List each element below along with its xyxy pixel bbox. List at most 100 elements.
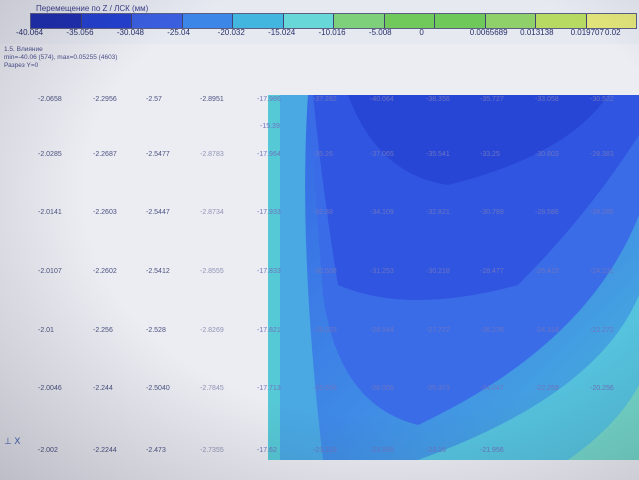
node-value-label: -2.002 [38, 447, 58, 454]
node-value-label: -2.8783 [200, 151, 224, 158]
node-value-label: -32.88 [313, 209, 333, 216]
node-value-label: -23.16 [426, 447, 446, 454]
node-value-label: -2.8734 [200, 209, 224, 216]
legend-tick-label: -15.024 [268, 28, 296, 37]
node-value-label: -30.789 [480, 209, 504, 216]
legend-tick-label: -30.048 [116, 28, 144, 37]
node-value-label: -30.522 [590, 96, 614, 103]
node-value-label: -2.2687 [93, 151, 117, 158]
legend-color-swatch [233, 14, 284, 28]
node-value-label: -2.01 [38, 327, 54, 334]
node-value-label: -37.065 [370, 151, 394, 158]
node-value-label: -17.833 [257, 268, 281, 275]
node-value-label: -23.555 [370, 447, 394, 454]
result-info: 1.5. Влияние min=-40.06 (574), max=0.052… [4, 46, 117, 70]
node-value-label: -2.8951 [200, 96, 224, 103]
legend-tick-label: -25.04 [167, 28, 190, 37]
legend-color-swatch [31, 14, 82, 28]
legend-tick-label: 0 [419, 28, 424, 37]
node-value-label: -30.508 [313, 268, 337, 275]
min-max-label: min=-40.06 (574), max=0.05255 (4603) [4, 54, 118, 61]
node-value-label: -2.5477 [146, 151, 170, 158]
node-value-label: -38.356 [426, 96, 450, 103]
node-value-label: -17.986 [257, 96, 281, 103]
contour-plot[interactable] [268, 95, 639, 460]
node-value-label: -2.2603 [93, 209, 117, 216]
node-value-label: -37.282 [313, 96, 337, 103]
legend-color-swatch [132, 14, 183, 28]
node-value-label: -26.285 [590, 209, 614, 216]
node-value-label: -28.033 [313, 327, 337, 334]
node-value-label: -22.272 [590, 327, 614, 334]
node-value-label: -2.473 [146, 447, 166, 454]
node-value-label: -2.2244 [93, 447, 117, 454]
node-value-label: -34.109 [370, 209, 394, 216]
legend-color-swatch [283, 14, 334, 28]
node-value-label: -17.933 [257, 209, 281, 216]
legend-color-swatch [586, 14, 636, 28]
legend-tick-label: -5.008 [368, 28, 392, 37]
node-value-label: -35.541 [426, 151, 450, 158]
legend-tick-label: 0.013138 [520, 28, 554, 37]
node-value-label: -2.5040 [146, 385, 170, 392]
node-value-label: -27.727 [426, 327, 450, 334]
legend-title: Перемещение по Z / ЛСК (мм) [36, 4, 149, 13]
contour-band-edge [268, 95, 280, 460]
node-value-label: -28.586 [535, 209, 559, 216]
node-value-label: -17.62 [257, 447, 277, 454]
node-value-label: -28.477 [480, 268, 504, 275]
legend-tick-label: -20.032 [217, 28, 245, 37]
node-value-label: -28.544 [370, 327, 394, 334]
legend-tick-label: 0.0065689 [469, 28, 508, 37]
legend-tick-label: 0.02 [605, 28, 621, 37]
node-value-label: -2.8555 [200, 268, 224, 275]
node-value-label: -2.57 [146, 96, 162, 103]
node-value-label: -30.218 [426, 268, 450, 275]
node-value-label: -2.2956 [93, 96, 117, 103]
node-value-label: -35.727 [480, 96, 504, 103]
node-value-label: -24.318 [535, 327, 559, 334]
node-value-label: -2.0107 [38, 268, 62, 275]
legend-color-swatch [182, 14, 233, 28]
node-value-label: -26.423 [535, 268, 559, 275]
node-value-label: -26.276 [480, 327, 504, 334]
node-value-label: -33.25 [480, 151, 500, 158]
node-value-label: -24.231 [590, 268, 614, 275]
node-value-label: -2.0141 [38, 209, 62, 216]
node-value-label: -2.0046 [38, 385, 62, 392]
legend-color-swatch [81, 14, 132, 28]
node-value-label: -20.256 [590, 385, 614, 392]
node-value-label: -2.7845 [200, 385, 224, 392]
node-value-label: -24.047 [480, 385, 504, 392]
legend-tick-label: -40.064 [16, 28, 44, 37]
node-value-label: -33.058 [535, 96, 559, 103]
node-value-label: -25.373 [426, 385, 450, 392]
legend-color-swatch [334, 14, 385, 28]
node-value-label: -17.821 [257, 327, 281, 334]
node-value-label: -2.2602 [93, 268, 117, 275]
color-scale-bar [30, 13, 637, 29]
axis-indicator: ⊥ X [4, 436, 21, 446]
legend-tick-label: -10.016 [318, 28, 346, 37]
node-value-label: -30.803 [535, 151, 559, 158]
node-value-label: -2.256 [93, 327, 113, 334]
node-value-label: -22.269 [535, 385, 559, 392]
legend-color-swatch [536, 14, 587, 28]
node-value-label: -32.821 [426, 209, 450, 216]
node-value-label: -25.606 [313, 385, 337, 392]
node-value-label: -2.5412 [146, 268, 170, 275]
node-value-label: -17.713 [257, 385, 281, 392]
node-value-label: -2.528 [146, 327, 166, 334]
node-value-label: -2.8269 [200, 327, 224, 334]
node-value-label: -17.964 [257, 151, 281, 158]
node-value-label: -2.0658 [38, 96, 62, 103]
node-value-label: -40.064 [370, 96, 394, 103]
node-value-label: -28.383 [590, 151, 614, 158]
node-value-label: -26.005 [370, 385, 394, 392]
legend-color-swatch [435, 14, 486, 28]
load-case-label: 1.5. Влияние [4, 46, 43, 53]
node-value-label: -2.7355 [200, 447, 224, 454]
node-value-label: -31.253 [370, 268, 394, 275]
legend-tick-label: 0.019707 [570, 28, 604, 37]
node-value-label: -23.223 [313, 447, 337, 454]
